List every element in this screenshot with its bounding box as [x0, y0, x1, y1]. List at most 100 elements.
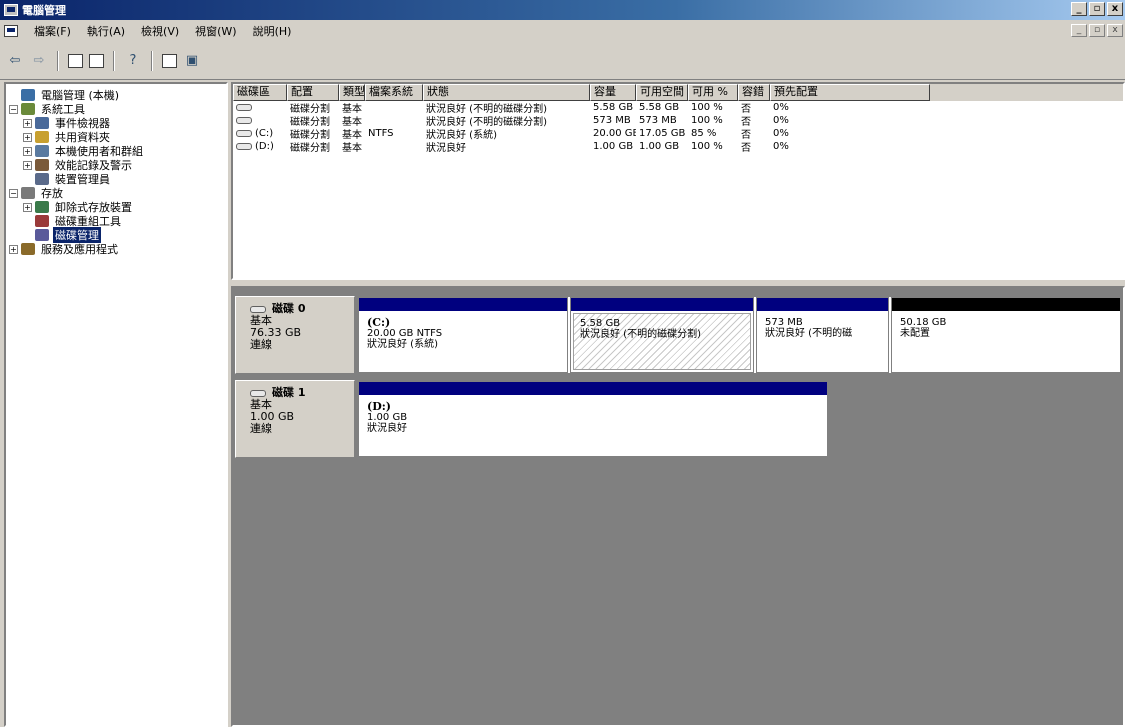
- partition-size: 5.58 GB: [580, 318, 621, 329]
- free-cell: 573 MB: [639, 115, 677, 126]
- free-cell: 1.00 GB: [639, 141, 680, 152]
- expand-icon[interactable]: +: [23, 132, 32, 142]
- partition-status: 狀況良好: [367, 423, 407, 434]
- menu-file[interactable]: 檔案(F): [26, 23, 79, 39]
- column-header[interactable]: 磁碟區: [233, 84, 287, 101]
- expand-icon[interactable]: +: [23, 202, 32, 212]
- volume-list: 磁碟區 配置 類型 檔案系統 狀態 容量 可用空間 可用 % 容錯 預先配置 磁碟分割 基本 狀況良好…: [231, 82, 1125, 280]
- child-minimize-button[interactable]: _: [1071, 24, 1087, 37]
- disk-state: 連線: [250, 422, 272, 435]
- partition-block[interactable]: (D:) 1.00 GB 狀況良好: [358, 381, 828, 457]
- tree-node[interactable]: + 共用資料夾: [6, 130, 226, 144]
- volume-row[interactable]: 磁碟分割 基本 狀況良好 (不明的磁碟分割) 573 MB 573 MB 100 % 否 0%: [233, 114, 1123, 128]
- tree-node-icon: [35, 159, 49, 171]
- volume-row[interactable]: (C:) 磁碟分割 基本 NTFS 狀況良好 (系統) 20.00 GB 17.05 GB 8…: [233, 127, 1123, 141]
- partition-block[interactable]: (C:) 20.00 GB NTFS 狀況良好 (系統): [358, 297, 568, 373]
- child-close-button[interactable]: x: [1107, 24, 1123, 37]
- console-tree: 電腦管理 (本機) − 系統工具 + 事件檢視器 + 共用資料夾 + 本機使用者和群組 + 效能記錄…: [4, 82, 228, 727]
- partition-header-bar: [571, 298, 753, 311]
- tree-node-icon: [35, 131, 49, 143]
- document-control-icon[interactable]: [4, 25, 18, 37]
- partition-status: 未配置: [900, 328, 930, 339]
- status-cell: 狀況良好: [426, 143, 466, 154]
- partition-header-bar: [359, 382, 827, 395]
- volume-row[interactable]: 磁碟分割 基本 狀況良好 (不明的磁碟分割) 5.58 GB 5.58 GB 100 % 否…: [233, 101, 1123, 115]
- tree-node[interactable]: 電腦管理 (本機): [6, 88, 226, 102]
- maximize-button[interactable]: ▫: [1089, 2, 1105, 16]
- tree-node-icon: [21, 243, 35, 255]
- tree-node[interactable]: 磁碟管理: [6, 227, 226, 243]
- tree-node-icon: [35, 145, 49, 157]
- column-header[interactable]: 可用 %: [688, 84, 738, 101]
- menu-action[interactable]: 執行(A): [79, 23, 133, 39]
- tree-node-label[interactable]: 服務及應用程式: [39, 241, 120, 257]
- disk-info[interactable]: 磁碟 0 基本 76.33 GB 連線: [235, 296, 355, 374]
- tree-node[interactable]: − 存放: [6, 186, 226, 200]
- toolbar-separator: [113, 50, 115, 71]
- back-arrow-icon[interactable]: ⇦: [6, 52, 24, 70]
- menu-help[interactable]: 說明(H): [245, 23, 300, 39]
- column-header[interactable]: 容量: [590, 84, 636, 101]
- tree-node[interactable]: + 服務及應用程式: [6, 242, 226, 256]
- column-header[interactable]: 容錯: [738, 84, 770, 101]
- properties-icon[interactable]: [162, 53, 177, 68]
- partition-details: 573 MB 狀況良好 (不明的磁: [759, 313, 886, 370]
- pct-cell: 85 %: [691, 128, 717, 139]
- expand-icon[interactable]: +: [23, 146, 32, 156]
- export-list-icon[interactable]: ▣: [183, 52, 201, 70]
- column-header[interactable]: 預先配置: [770, 84, 930, 101]
- overhead-cell: 0%: [773, 141, 789, 152]
- minimize-button[interactable]: _: [1071, 2, 1087, 16]
- column-header[interactable]: 類型: [339, 84, 365, 101]
- expand-icon[interactable]: +: [23, 160, 32, 170]
- volume-cell: (D:): [233, 141, 287, 152]
- column-header[interactable]: 檔案系統: [365, 84, 423, 101]
- tree-node-icon: [21, 187, 35, 199]
- partition-block[interactable]: 5.58 GB 狀況良好 (不明的磁碟分割): [570, 297, 754, 373]
- tree-node[interactable]: + 本機使用者和群組: [6, 144, 226, 158]
- overhead-cell: 0%: [773, 128, 789, 139]
- capacity-cell: 20.00 GB: [593, 128, 636, 139]
- tree-node-icon: [35, 215, 49, 227]
- disk-info[interactable]: 磁碟 1 基本 1.00 GB 連線: [235, 380, 355, 458]
- partition-size: 20.00 GB NTFS: [367, 328, 443, 339]
- tree-node[interactable]: + 事件檢視器: [6, 116, 226, 130]
- toolbar: ⇦ ⇨ ? ▣: [0, 42, 1125, 80]
- disk-partition-track: (D:) 1.00 GB 狀況良好: [357, 380, 829, 458]
- partition-block[interactable]: 573 MB 狀況良好 (不明的磁: [756, 297, 889, 373]
- tree-node-icon: [35, 201, 49, 213]
- show-hide-tree-icon[interactable]: [89, 53, 104, 68]
- unallocated-space[interactable]: 50.18 GB 未配置: [891, 297, 1121, 373]
- volume-icon: [236, 142, 252, 150]
- partition-details: (C:) 20.00 GB NTFS 狀況良好 (系統): [361, 313, 565, 370]
- help-icon[interactable]: ?: [124, 52, 142, 70]
- menu-view[interactable]: 檢視(V): [133, 23, 187, 39]
- volume-cell: [233, 115, 287, 126]
- collapse-icon[interactable]: −: [9, 188, 18, 198]
- column-header[interactable]: 狀態: [423, 84, 590, 101]
- volume-icon: [236, 129, 252, 137]
- forward-arrow-icon[interactable]: ⇨: [30, 52, 48, 70]
- title-bar: 電腦管理 _ ▫ x: [0, 0, 1125, 20]
- free-cell: 17.05 GB: [639, 128, 686, 139]
- tree-node[interactable]: + 效能記錄及警示: [6, 158, 226, 172]
- column-header[interactable]: 可用空間: [636, 84, 688, 101]
- tree-node[interactable]: 磁碟重組工具: [6, 214, 226, 228]
- close-button[interactable]: x: [1107, 2, 1123, 16]
- collapse-icon[interactable]: −: [9, 104, 18, 114]
- partition-size: 1.00 GB: [367, 412, 408, 423]
- child-restore-button[interactable]: ▫: [1089, 24, 1105, 37]
- menu-window[interactable]: 視窗(W): [187, 23, 244, 39]
- window-controls: _ ▫ x: [1071, 2, 1123, 16]
- column-header[interactable]: 配置: [287, 84, 339, 101]
- tree-node[interactable]: − 系統工具: [6, 102, 226, 116]
- tree-node[interactable]: 裝置管理員: [6, 172, 226, 186]
- volume-name: (C:): [255, 128, 274, 139]
- up-level-icon[interactable]: [68, 53, 83, 68]
- overhead-cell: 0%: [773, 102, 789, 113]
- expand-icon[interactable]: +: [9, 244, 18, 254]
- tree-node[interactable]: + 卸除式存放裝置: [6, 200, 226, 214]
- expand-icon[interactable]: +: [23, 118, 32, 128]
- disk-icon: [250, 305, 266, 313]
- volume-row[interactable]: (D:) 磁碟分割 基本 狀況良好 1.00 GB 1.00 GB 100 % 否 0%: [233, 140, 1123, 154]
